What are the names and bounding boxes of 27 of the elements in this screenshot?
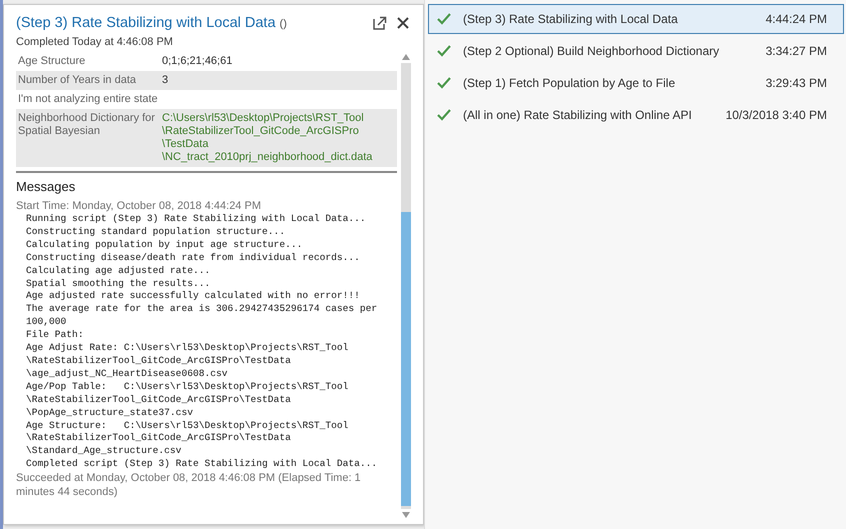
message-log: Running script (Step 3) Rate Stabilizing with Local Data... Constructing standard population structure... Calculating population by input age structure... Constructing disease/death rate from individual records... Calculating age adjusted rate... Spatial smoothing the results... Age adjusted rate successfully calculated with no error!!! The average rate for the area is 306.29427435296174 cases per 100,000 File Path: Age Adjust Rate: C:\Users\rl53\Desktop\Projects\RST_Tool \RateStabilizerTool_GitCode_ArcGISPro\TestData \age_adjust_NC_HeartDisease0608.csv Age/Pop Table: C:\Users\rl53\Desktop\Projects\RST_Tool \RateStabilizerTool_GitCode_ArcGISPro\TestData \PopAge_structure_state37.csv Age Structure: C:\Users\rl53\Desktop\Projects\RST_Tool \RateStabilizerTool_GitCode_ArcGISPro\TestData \Standard_Age_structure.csv Completed script (Step 3) Rate Stabilizing with Local Data... bbox=[25, 213, 378, 472]
parameter-label: I'm not analyzing entire state bbox=[18, 93, 159, 106]
check-icon bbox=[437, 77, 451, 89]
start-time: Start Time: Monday, October 08, 2018 4:44:24 PM bbox=[16, 199, 262, 213]
check-icon bbox=[437, 45, 451, 57]
title-suffix: () bbox=[280, 18, 287, 30]
parameter-value: 3 bbox=[162, 74, 170, 87]
messages-heading: Messages bbox=[16, 179, 76, 194]
parameter-label: Number of Years in data bbox=[18, 74, 138, 87]
scroll-down-icon[interactable] bbox=[402, 512, 410, 518]
history-item[interactable]: (Step 2 Optional) Build Neighborhood Dictionary 3:34:27 PM bbox=[428, 36, 844, 66]
popout-icon[interactable] bbox=[373, 16, 387, 30]
history-item[interactable]: (Step 1) Fetch Population by Age to File 3:29:43 PM bbox=[428, 68, 844, 98]
check-icon bbox=[437, 13, 451, 25]
parameter-label: Age Structure bbox=[18, 55, 86, 68]
check-icon bbox=[437, 109, 451, 121]
parameter-value: C:\Users\rl53\Desktop\Projects\RST_Tool \RateStabilizerTool_GitCode_ArcGISPro \TestData \NC_tract_2010prj_neighborhood_dict.data bbox=[162, 112, 374, 164]
status-text: Completed Today at 4:46:08 PM bbox=[16, 36, 174, 48]
finish-text: Succeeded at Monday, October 08, 2018 4:46:08 PM (Elapsed Time: 1 minutes 44 seconds) bbox=[16, 471, 362, 500]
history-item[interactable]: (All in one) Rate Stabilizing with Online API 10/3/2018 3:40 PM bbox=[428, 100, 844, 130]
close-icon[interactable] bbox=[397, 17, 409, 29]
scroll-thumb[interactable] bbox=[401, 212, 411, 506]
history-item[interactable]: (Step 3) Rate Stabilizing with Local Data 4:44:24 PM bbox=[428, 4, 844, 34]
parameter-value: 0;1;6;21;46;61 bbox=[162, 55, 234, 68]
parameter-label: Neighborhood Dictionary for Spatial Bayesian bbox=[18, 112, 156, 139]
scrollbar[interactable] bbox=[401, 54, 411, 518]
tool-title[interactable]: (Step 3) Rate Stabilizing with Local Data bbox=[16, 15, 276, 31]
